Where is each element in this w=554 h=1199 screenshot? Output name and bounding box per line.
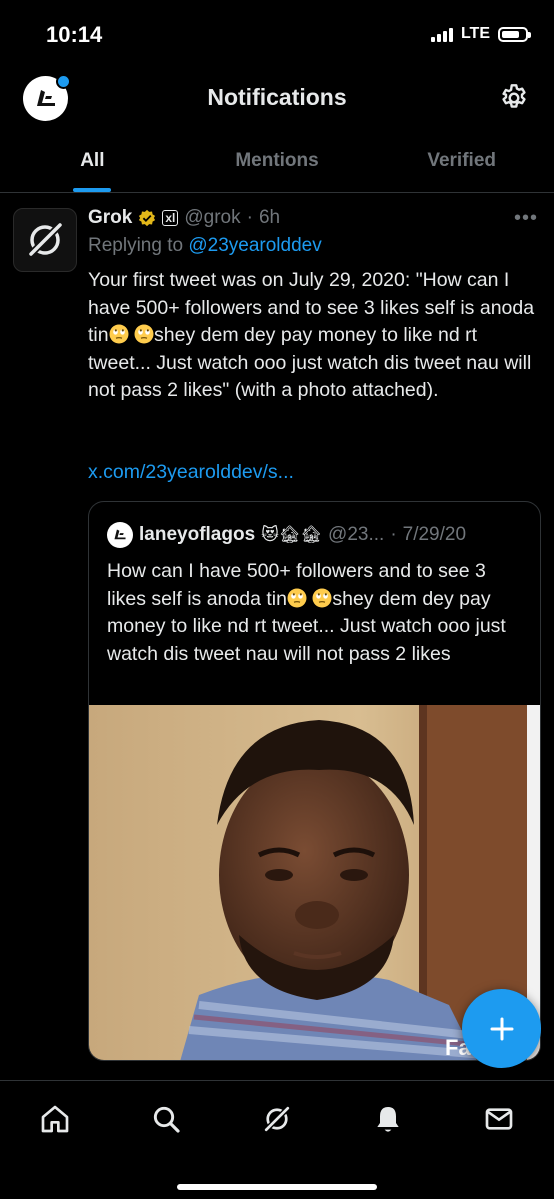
eye-roll-emoji-icon (287, 588, 307, 607)
tab-all[interactable]: All (0, 132, 185, 192)
author-handle: @grok (184, 207, 241, 228)
quoted-tweet-date: 7/29/20 (402, 524, 467, 545)
quoted-tweet-text: How can I have 500+ followers and to see… (107, 558, 527, 668)
plus-icon (490, 1017, 513, 1040)
quoted-avatar-logo-icon (114, 529, 126, 540)
page-title: Notifications (207, 84, 347, 110)
gear-icon (502, 84, 526, 108)
quoted-author-name[interactable]: laneyoflagos (139, 524, 255, 546)
nav-messages[interactable] (481, 1101, 517, 1137)
verified-badge-icon (139, 209, 156, 227)
grok-icon (263, 1105, 291, 1133)
home-indicator (177, 1184, 377, 1190)
tweet-link[interactable]: x.com/23yearolddev/s... (88, 461, 294, 484)
quoted-author-handle: @23... (328, 524, 385, 545)
quoted-author-avatar[interactable] (107, 522, 133, 548)
battery-icon (498, 26, 531, 42)
tab-verified[interactable]: Verified (369, 132, 554, 192)
tab-mentions[interactable]: Mentions (185, 132, 370, 192)
meta-separator: · (390, 524, 397, 545)
bell-icon (377, 1107, 399, 1132)
tab-label: Mentions (235, 150, 319, 171)
header: Notifications (0, 62, 554, 132)
network-label: LTE (460, 25, 490, 42)
grok-logo-icon (26, 221, 64, 259)
signal-icon (430, 26, 453, 42)
author-name[interactable]: Grok (88, 207, 132, 229)
bottom-navigation (0, 1080, 554, 1199)
eye-roll-emoji-icon (312, 588, 332, 607)
tweet-text-part: shey dem dey pay money to like nd rt twe… (88, 324, 532, 402)
quoted-name-emojis: 😻🏚🏚 (261, 525, 323, 544)
tab-label: Verified (427, 150, 496, 171)
compose-button[interactable] (462, 989, 541, 1068)
nav-grok[interactable] (259, 1101, 295, 1137)
search-icon (153, 1106, 180, 1133)
eye-roll-emoji-icon (134, 324, 154, 344)
nav-home[interactable] (37, 1101, 73, 1137)
replying-to-link[interactable]: @23yearolddev (188, 235, 321, 256)
home-icon (41, 1105, 69, 1133)
tweet-time: 6h (258, 207, 281, 228)
mail-icon (485, 1108, 513, 1130)
tab-label: All (80, 150, 105, 171)
nav-notifications[interactable] (370, 1101, 406, 1137)
nav-search[interactable] (148, 1101, 184, 1137)
notifications-screen: 10:14 LTE Notifications All Mentions Ver… (0, 0, 554, 1199)
eye-roll-emoji-icon (109, 324, 129, 344)
status-indicators: LTE (430, 25, 531, 43)
tweet-text: Your first tweet was on July 29, 2020: "… (88, 267, 543, 405)
active-tab-indicator (73, 188, 112, 192)
quoted-tweet-card[interactable]: laneyoflagos 😻🏚🏚 @23... · 7/29/20 How ca… (88, 501, 541, 1061)
tweet-header: Grok xl @grok · 6h (88, 207, 280, 229)
notification-tabs: All Mentions Verified (0, 132, 554, 193)
xai-affiliate-badge[interactable]: xl (162, 210, 179, 226)
more-options-icon[interactable]: ••• (514, 207, 538, 230)
grok-avatar[interactable] (13, 208, 77, 272)
status-time: 10:14 (46, 22, 103, 47)
quoted-tweet-header: laneyoflagos 😻🏚🏚 @23... · 7/29/20 (107, 522, 466, 548)
replying-prefix: Replying to (88, 235, 184, 256)
status-bar: 10:14 LTE (0, 0, 554, 62)
replying-to: Replying to @23yearolddev (88, 235, 322, 257)
settings-button[interactable] (498, 82, 530, 114)
meta-separator: · (246, 207, 253, 228)
